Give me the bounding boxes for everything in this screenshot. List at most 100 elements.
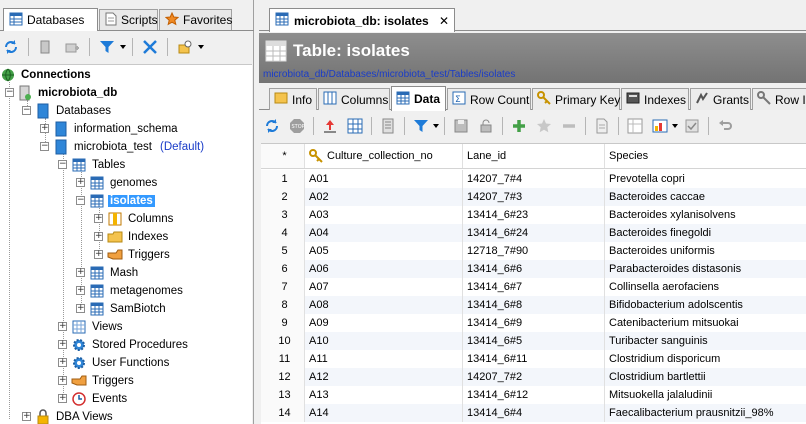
- culture-collection-no-cell[interactable]: A05: [305, 242, 463, 260]
- tab-row-id[interactable]: Row Id: [752, 88, 806, 110]
- tree-stored-procedures[interactable]: Stored Procedures: [71, 336, 190, 354]
- stop-button[interactable]: STOP: [286, 115, 308, 137]
- chart-button[interactable]: [649, 115, 671, 137]
- culture-collection-no-cell[interactable]: A11: [305, 350, 463, 368]
- culture-collection-no-cell[interactable]: A06: [305, 260, 463, 278]
- tree-server-microbiota-db[interactable]: microbiota_db: [17, 84, 119, 102]
- tree-db-microbiota-test[interactable]: microbiota_test (Default): [53, 138, 204, 156]
- culture-collection-no-cell[interactable]: A09: [305, 314, 463, 332]
- expand-toggle[interactable]: +: [58, 376, 67, 385]
- row-number-cell[interactable]: 2: [261, 188, 305, 206]
- expand-toggle[interactable]: −: [22, 106, 31, 115]
- species-cell[interactable]: Bacteroides xylanisolvens: [605, 206, 806, 224]
- lane-id-cell[interactable]: 13414_6#4: [463, 404, 605, 422]
- undo-button[interactable]: [714, 115, 736, 137]
- table-row[interactable]: 14 A14 13414_6#4 Faecalibacterium prausnitz…: [261, 404, 806, 422]
- tab-row-count[interactable]: Σ Row Count: [447, 88, 531, 110]
- expand-toggle[interactable]: −: [40, 142, 49, 151]
- tree-db-information-schema[interactable]: information_schema: [53, 120, 180, 138]
- expand-toggle[interactable]: +: [22, 412, 31, 421]
- row-number-cell[interactable]: 12: [261, 368, 305, 386]
- tree-views[interactable]: Views: [71, 318, 124, 336]
- table-row[interactable]: 1 A01 14207_7#4 Prevotella copri: [261, 170, 806, 188]
- row-number-cell[interactable]: 13: [261, 386, 305, 404]
- row-number-cell[interactable]: 3: [261, 206, 305, 224]
- table-row[interactable]: 13 A13 13414_6#12 Mitsuokella jalaludinii: [261, 386, 806, 404]
- expand-toggle[interactable]: +: [58, 358, 67, 367]
- culture-collection-no-cell[interactable]: A02: [305, 188, 463, 206]
- record-view-button[interactable]: [377, 115, 399, 137]
- grid-options-button[interactable]: [624, 115, 646, 137]
- expand-toggle[interactable]: −: [5, 88, 14, 97]
- culture-collection-no-cell[interactable]: A12: [305, 368, 463, 386]
- tree-table-metagenomes[interactable]: metagenomes: [89, 282, 185, 300]
- settings-dropdown-arrow[interactable]: [198, 45, 204, 49]
- table-row[interactable]: 4 A04 13414_6#24 Bacteroides finegoldi: [261, 224, 806, 242]
- lane-id-cell[interactable]: 13414_6#8: [463, 296, 605, 314]
- expand-toggle[interactable]: +: [76, 268, 85, 277]
- species-cell[interactable]: Prevotella copri: [605, 170, 806, 188]
- script-button[interactable]: [591, 115, 613, 137]
- expand-toggle[interactable]: +: [94, 214, 103, 223]
- table-row[interactable]: 8 A08 13414_6#8 Bifidobacterium adolscentis: [261, 296, 806, 314]
- table-row[interactable]: 2 A02 14207_7#3 Bacteroides caccae: [261, 188, 806, 206]
- tree-table-sambiotch[interactable]: SamBiotch: [89, 300, 168, 318]
- culture-collection-no-cell[interactable]: A13: [305, 386, 463, 404]
- row-number-cell[interactable]: 8: [261, 296, 305, 314]
- culture-collection-no-cell[interactable]: A04: [305, 224, 463, 242]
- table-row[interactable]: 6 A06 13414_6#6 Parabacteroides distasonis: [261, 260, 806, 278]
- species-cell[interactable]: Turibacter sanguinis: [605, 332, 806, 350]
- expand-toggle[interactable]: +: [40, 124, 49, 133]
- settings-button[interactable]: [174, 36, 196, 58]
- lane-id-cell[interactable]: 13414_6#24: [463, 224, 605, 242]
- row-number-cell[interactable]: 4: [261, 224, 305, 242]
- tree-table-genomes[interactable]: genomes: [89, 174, 159, 192]
- lane-id-cell[interactable]: 13414_6#23: [463, 206, 605, 224]
- tree-triggers[interactable]: Triggers: [71, 372, 136, 390]
- row-number-cell[interactable]: 7: [261, 278, 305, 296]
- tree-events[interactable]: Events: [71, 390, 129, 408]
- filter-dropdown-arrow[interactable]: [120, 45, 126, 49]
- lane-id-cell[interactable]: 13414_6#11: [463, 350, 605, 368]
- tab-columns[interactable]: Columns: [318, 88, 390, 110]
- column-header-lane-id[interactable]: Lane_id: [463, 144, 605, 168]
- expand-toggle[interactable]: +: [58, 340, 67, 349]
- tree-table-triggers[interactable]: Triggers: [107, 246, 172, 264]
- lane-id-cell[interactable]: 12718_7#90: [463, 242, 605, 260]
- tree-table-isolates[interactable]: isolates: [89, 192, 155, 210]
- species-cell[interactable]: Clostridium disporicum: [605, 350, 806, 368]
- culture-collection-no-cell[interactable]: A07: [305, 278, 463, 296]
- expand-toggle[interactable]: +: [94, 232, 103, 241]
- filter-button[interactable]: [410, 115, 432, 137]
- expand-toggle[interactable]: +: [76, 286, 85, 295]
- species-cell[interactable]: Bacteroides uniformis: [605, 242, 806, 260]
- tab-data[interactable]: Data: [391, 86, 446, 111]
- tree-user-functions[interactable]: User Functions: [71, 354, 171, 372]
- expand-toggle[interactable]: +: [58, 322, 67, 331]
- tree-table-mash[interactable]: Mash: [89, 264, 140, 282]
- lane-id-cell[interactable]: 13414_6#6: [463, 260, 605, 278]
- species-cell[interactable]: Bifidobacterium adolscentis: [605, 296, 806, 314]
- check-button[interactable]: [681, 115, 703, 137]
- culture-collection-no-cell[interactable]: A14: [305, 404, 463, 422]
- lane-id-cell[interactable]: 13414_6#5: [463, 332, 605, 350]
- tree-indexes[interactable]: Indexes: [107, 228, 170, 246]
- tab-scripts[interactable]: Scripts: [99, 9, 158, 30]
- column-header-species[interactable]: Species: [605, 144, 806, 168]
- table-row[interactable]: 10 A10 13414_6#5 Turibacter sanguinis: [261, 332, 806, 350]
- refresh-button[interactable]: [261, 115, 283, 137]
- expand-toggle[interactable]: −: [58, 160, 67, 169]
- tree-tables[interactable]: Tables: [71, 156, 127, 174]
- table-row[interactable]: 5 A05 12718_7#90 Bacteroides uniformis: [261, 242, 806, 260]
- lane-id-cell[interactable]: 14207_7#4: [463, 170, 605, 188]
- tree-databases[interactable]: Databases: [35, 102, 113, 120]
- tab-isolates-document[interactable]: microbiota_db: isolates ✕: [269, 8, 455, 32]
- row-number-cell[interactable]: 14: [261, 404, 305, 422]
- table-row[interactable]: 9 A09 13414_6#9 Catenibacterium mitsuokai: [261, 314, 806, 332]
- filter-dropdown-arrow[interactable]: [433, 124, 439, 128]
- table-row[interactable]: 12 A12 14207_7#2 Clostridium bartlettii: [261, 368, 806, 386]
- species-cell[interactable]: Collinsella aerofaciens: [605, 278, 806, 296]
- tab-primary-key[interactable]: Primary Key: [532, 88, 620, 110]
- culture-collection-no-cell[interactable]: A10: [305, 332, 463, 350]
- expand-toggle[interactable]: +: [76, 178, 85, 187]
